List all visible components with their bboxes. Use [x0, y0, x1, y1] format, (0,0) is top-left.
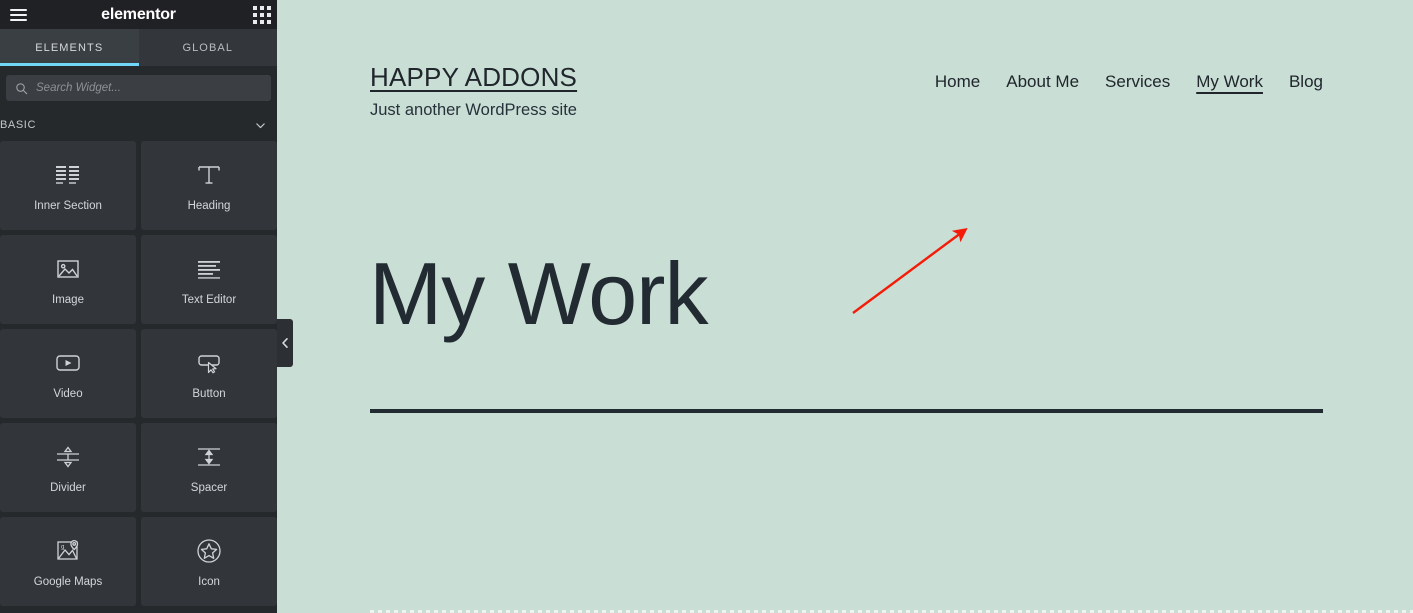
widget-heading[interactable]: Heading — [141, 141, 277, 230]
search-input[interactable] — [36, 82, 262, 94]
widget-inner-section[interactable]: Inner Section — [0, 141, 136, 230]
site-title-link[interactable]: HAPPY ADDONS — [370, 62, 577, 93]
chevron-down-icon — [256, 122, 265, 128]
divider-icon — [53, 442, 83, 472]
widget-label: Divider — [50, 481, 86, 494]
nav-item-my-work[interactable]: My Work — [1196, 72, 1263, 95]
nav-item-services[interactable]: Services — [1105, 72, 1170, 95]
widget-label: Inner Section — [34, 199, 102, 212]
widget-category-basic[interactable]: BASIC — [0, 109, 277, 141]
heading-icon — [194, 160, 224, 190]
widget-image[interactable]: Image — [0, 235, 136, 324]
elementor-logo: elementor — [101, 6, 176, 23]
page-title: My Work — [369, 244, 708, 343]
widget-video[interactable]: Video — [0, 329, 136, 418]
search-icon — [16, 82, 28, 94]
site-header: HAPPY ADDONS Just another WordPress site… — [370, 62, 1323, 120]
text-editor-icon — [194, 254, 224, 284]
widget-label: Icon — [198, 575, 220, 588]
widget-grid: Inner Section Heading Image Text Editor … — [0, 141, 277, 606]
primary-navigation: Home About Me Services My Work Blog — [935, 72, 1323, 95]
widget-label: Heading — [187, 199, 231, 212]
google-maps-icon: g — [53, 536, 83, 566]
button-icon — [194, 348, 224, 378]
widget-spacer[interactable]: Spacer — [141, 423, 277, 512]
site-branding: HAPPY ADDONS Just another WordPress site — [370, 62, 577, 120]
widget-text-editor[interactable]: Text Editor — [141, 235, 277, 324]
tab-global-label: GLOBAL — [182, 41, 234, 54]
nav-item-about-me[interactable]: About Me — [1006, 72, 1079, 95]
svg-text:g: g — [61, 544, 64, 550]
panel-collapse-handle[interactable] — [277, 319, 293, 367]
panel-tabs: ELEMENTS GLOBAL — [0, 29, 277, 66]
tab-elements[interactable]: ELEMENTS — [0, 29, 139, 66]
page-title-divider — [370, 409, 1323, 413]
spacer-icon — [194, 442, 224, 472]
panel-header: elementor — [0, 0, 277, 29]
inner-section-icon — [53, 160, 83, 190]
widget-label: Text Editor — [181, 293, 237, 306]
widget-divider[interactable]: Divider — [0, 423, 136, 512]
tab-elements-label: ELEMENTS — [35, 41, 104, 54]
widget-label: Image — [52, 293, 84, 306]
tab-global[interactable]: GLOBAL — [138, 29, 277, 66]
elementor-editor-window: elementor ELEMENTS GLOBAL Search Widget.… — [0, 0, 1413, 613]
widget-category-label: BASIC — [0, 119, 37, 131]
star-badge-icon — [194, 536, 224, 566]
nav-item-home[interactable]: Home — [935, 72, 980, 95]
chevron-left-icon — [281, 337, 288, 348]
widget-label: Video — [53, 387, 83, 400]
widget-label: Button — [192, 387, 226, 400]
search-widget-area — [0, 66, 277, 109]
elementor-widget-panel: elementor ELEMENTS GLOBAL Search Widget.… — [0, 0, 277, 613]
apps-grid-icon[interactable] — [253, 6, 271, 24]
video-icon — [53, 348, 83, 378]
widget-label: Google Maps — [33, 575, 103, 588]
site-preview-canvas: HAPPY ADDONS Just another WordPress site… — [277, 0, 1413, 613]
image-icon — [53, 254, 83, 284]
widget-label: Spacer — [190, 481, 228, 494]
widget-icon[interactable]: Icon — [141, 517, 277, 606]
widget-google-maps[interactable]: g Google Maps — [0, 517, 136, 606]
widget-button[interactable]: Button — [141, 329, 277, 418]
site-tagline: Just another WordPress site — [370, 100, 577, 119]
nav-item-blog[interactable]: Blog — [1289, 72, 1323, 95]
search-box[interactable] — [6, 75, 271, 101]
